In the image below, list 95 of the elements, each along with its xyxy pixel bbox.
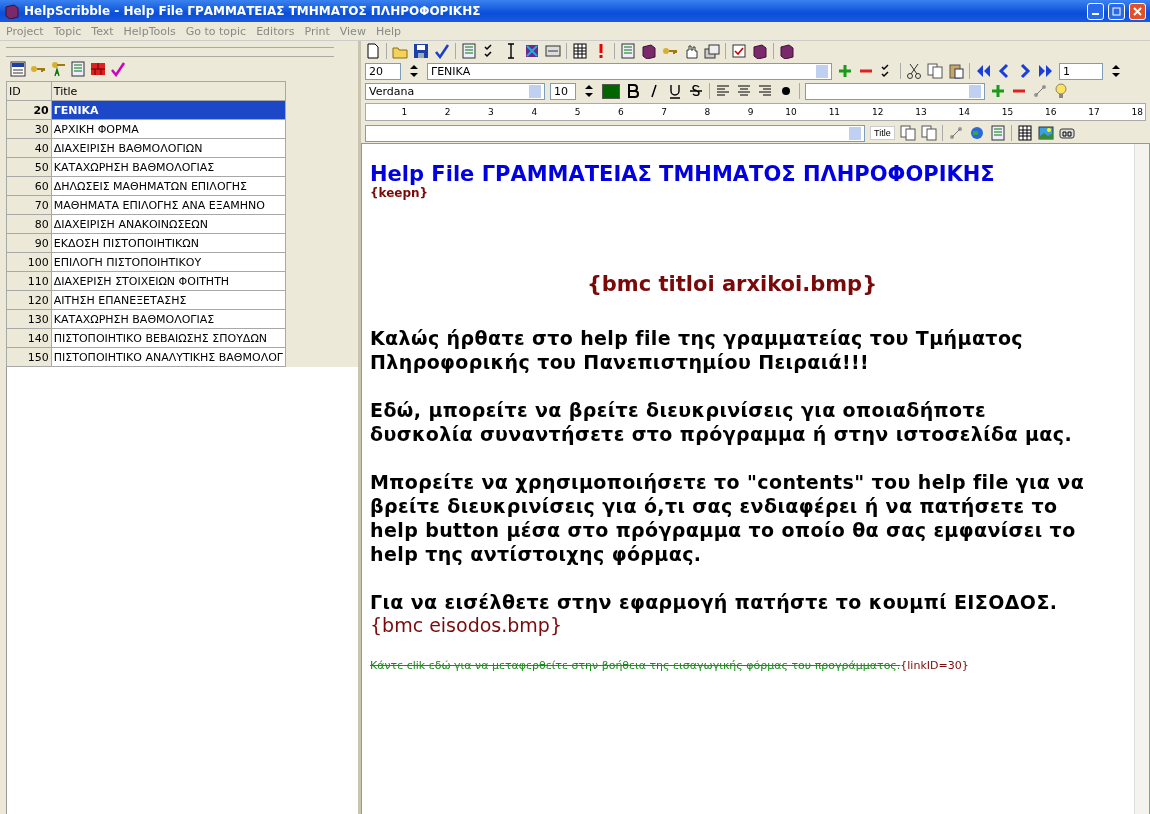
maximize-button[interactable] — [1108, 2, 1125, 20]
paragraph: Για να εισέλθετε στην εφαρμογή πατήστε το κουμπί ΕΙΣΟΔΟΣ. — [370, 590, 1059, 614]
topic-row[interactable]: ΠΙΣΤΟΠΟΙΗΤΙΚΟ ΑΝΑΛΥΤΙΚΗΣ ΒΑΘΜΟΛΟΓ — [51, 347, 286, 367]
table-icon[interactable] — [572, 43, 588, 59]
copy-icon[interactable] — [927, 63, 943, 79]
link-icon[interactable] — [1032, 83, 1048, 99]
close-button[interactable] — [1129, 2, 1146, 20]
window-title: HelpScribble - Help File ΓΡΑΜΜΑΤΕΙΑΣ ΤΜΗΜΑΤΟΣ ΠΛΗΡΟΦΟΡΙΚΗΣ — [24, 4, 482, 18]
ruler-number: 11 — [827, 107, 842, 117]
ruler-number: 8 — [703, 107, 712, 117]
minimize-button[interactable] — [1087, 2, 1104, 20]
close-icon — [1133, 6, 1142, 16]
minimize-icon — [1092, 13, 1099, 15]
ruler-number: 14 — [957, 107, 971, 117]
new-page-icon[interactable] — [365, 43, 381, 59]
title-view-icon[interactable] — [10, 61, 26, 77]
plus-icon[interactable] — [837, 63, 853, 79]
ruler-number: 3 — [487, 107, 495, 117]
topic-row[interactable]: ΚΑΤΑΧΩΡΗΣΗ ΒΑΘΜΟΛΟΓΙΑΣ — [51, 157, 286, 177]
topic-row[interactable]: ΚΑΤΑΧΩΡΗΣΗ ΒΑΘΜΟΛΟΓΙΑΣ — [51, 309, 286, 329]
document-icon[interactable] — [989, 125, 1006, 141]
bricks-icon[interactable] — [90, 61, 106, 77]
plus-icon[interactable] — [990, 83, 1006, 99]
document-icon[interactable] — [461, 43, 477, 59]
font-combo[interactable]: Verdana — [365, 82, 545, 100]
ruler-number: 9 — [746, 107, 755, 117]
topic-heading: Help File ΓΡΑΜΜΑΤΕΙΑΣ ΤΜΗΜΑΤΟΣ ΠΛΗΡΟΦΟΡΙΚΗΣ — [370, 162, 996, 186]
ruler-number: 4 — [530, 107, 539, 117]
code-tag: {keepn} — [370, 186, 1094, 200]
paragraph: Καλώς ήρθατε στο help file της γραμματείας του Τμήματος Πληροφορικής του Πανεπιστημίου Πειραιά!!! — [370, 326, 1024, 374]
ruler-number: 13 — [914, 107, 928, 117]
topic-row[interactable]: ΔΙΑΧΕΙΡΙΣΗ ΑΝΑΚΟΙΝΩΣΕΩΝ — [51, 214, 286, 234]
title-button[interactable]: Title — [870, 126, 895, 140]
link-paragraph: Κάντε clik εδώ για να μεταφερθείτε στην βοήθεια της εισαγωγικής φόρμας του προγράμματος.{linkID=30} — [370, 658, 970, 674]
picture-icon[interactable] — [1037, 125, 1054, 141]
document-icon[interactable] — [620, 43, 636, 59]
key-a-icon[interactable] — [50, 61, 66, 77]
vertical-scrollbar[interactable] — [1134, 144, 1149, 814]
ruler-number: 12 — [870, 107, 885, 117]
keyword-combo[interactable] — [365, 124, 865, 142]
topic-row[interactable]: ΔΙΑΧΕΙΡΙΣΗ ΒΑΘΜΟΛΟΓΙΩΝ — [51, 138, 286, 158]
bitmap-tag: {bmc eisodos.bmp} — [370, 614, 1094, 636]
bold-icon[interactable] — [625, 83, 641, 99]
underline-icon[interactable] — [667, 83, 683, 99]
last-icon[interactable] — [1038, 63, 1054, 79]
checkmark-icon[interactable] — [110, 61, 126, 77]
checklist-icon[interactable] — [731, 43, 747, 59]
ruler-number: 17 — [1087, 107, 1101, 117]
ruler-number: 18 — [1130, 107, 1145, 117]
table-icon[interactable] — [1016, 125, 1033, 141]
scissors-icon[interactable] — [906, 63, 922, 79]
color-swatch[interactable] — [602, 83, 620, 99]
topic-title-combo[interactable]: ΓΕΝΙΚΑ — [427, 62, 832, 80]
copy-icon[interactable] — [899, 125, 916, 141]
link-icon[interactable] — [947, 125, 964, 141]
lamp-icon[interactable] — [1053, 83, 1069, 99]
maximize-icon — [1112, 6, 1121, 16]
ruler-number: 5 — [573, 107, 582, 117]
copy-icon[interactable] — [920, 125, 937, 141]
column-header[interactable]: Title — [51, 81, 286, 101]
align-left-icon[interactable] — [715, 83, 731, 99]
save-icon[interactable] — [413, 43, 429, 59]
first-icon[interactable] — [975, 63, 991, 79]
topic-row[interactable]: ΠΙΣΤΟΠΟΙΗΤΙΚΟ ΒΕΒΑΙΩΣΗΣ ΣΠΟΥΔΩΝ — [51, 328, 286, 348]
go-icon[interactable] — [1058, 125, 1075, 141]
ruler-number: 16 — [1044, 107, 1058, 117]
ruler-number: 10 — [784, 107, 798, 117]
topic-row[interactable]: ΕΚΔΟΣΗ ΠΙΣΤΟΠΟΙΗΤΙΚΩΝ — [51, 233, 286, 253]
align-center-icon[interactable] — [736, 83, 752, 99]
toolbar-grip[interactable] — [6, 47, 334, 57]
ruler-number: 2 — [443, 107, 452, 117]
bitmap-tag: {bmc titloi arxikoi.bmp} — [370, 272, 1094, 296]
box-icon[interactable] — [545, 43, 561, 59]
topic-row[interactable]: ΔΗΛΩΣΕΙΣ ΜΑΘΗΜΑΤΩΝ ΕΠΙΛΟΓΗΣ — [51, 176, 286, 196]
ruler-number: 7 — [660, 107, 668, 117]
column-header[interactable]: ID — [6, 81, 52, 101]
topic-id-field[interactable]: 20 — [365, 62, 401, 80]
paragraph: Εδώ, μπορείτε να βρείτε διευκρινίσεις για οποιαδήποτε δυσκολία συναντήσετε στο πρόγραμμα ή στην ιστοσελίδα μας. — [370, 398, 1074, 446]
globe-icon[interactable] — [968, 125, 985, 141]
topic-row[interactable]: ΕΠΙΛΟΓΗ ΠΙΣΤΟΠΟΙΗΤΙΚΟΥ — [51, 252, 286, 272]
page-field[interactable]: 1 — [1059, 62, 1103, 80]
size-field[interactable]: 10 — [550, 82, 576, 100]
topic-row[interactable]: ΜΑΘΗΜΑΤΑ ΕΠΙΛΟΓΗΣ ΑΝΑ ΕΞΑΜΗΝΟ — [51, 195, 286, 215]
ruler-number: 15 — [1000, 107, 1015, 117]
windows-icon[interactable] — [704, 43, 720, 59]
strikethrough-icon[interactable] — [688, 83, 704, 99]
ruler-number: 1 — [400, 107, 409, 117]
paragraph: Μπορείτε να χρησιμοποιήσετε το "contents" του help file για να βρείτε διευκρινίσεις για ό,τι σας ενδιαφέρει ή να πατήσετε το help button μέσα στο πρόγραμμα το οποίο θα σας εμφανίσει το help της αντίστοιχης φόρμας. — [370, 470, 1086, 566]
topic-row[interactable]: ΔΙΑΧΕΡΙΣΗ ΣΤΟΙΧΕΙΩΝ ΦΟΙΤΗΤΗ — [51, 271, 286, 291]
topic-row[interactable]: ΑΙΤΗΣΗ ΕΠΑΝΕΞΕΤΑΣΗΣ — [51, 290, 286, 310]
paste-icon[interactable] — [948, 63, 964, 79]
topic-row[interactable]: ΑΡΧΙΚΗ ΦΟΡΜΑ — [51, 119, 286, 139]
ruler-number: 6 — [616, 107, 625, 117]
check-icon[interactable] — [434, 43, 450, 59]
align-right-icon[interactable] — [757, 83, 773, 99]
